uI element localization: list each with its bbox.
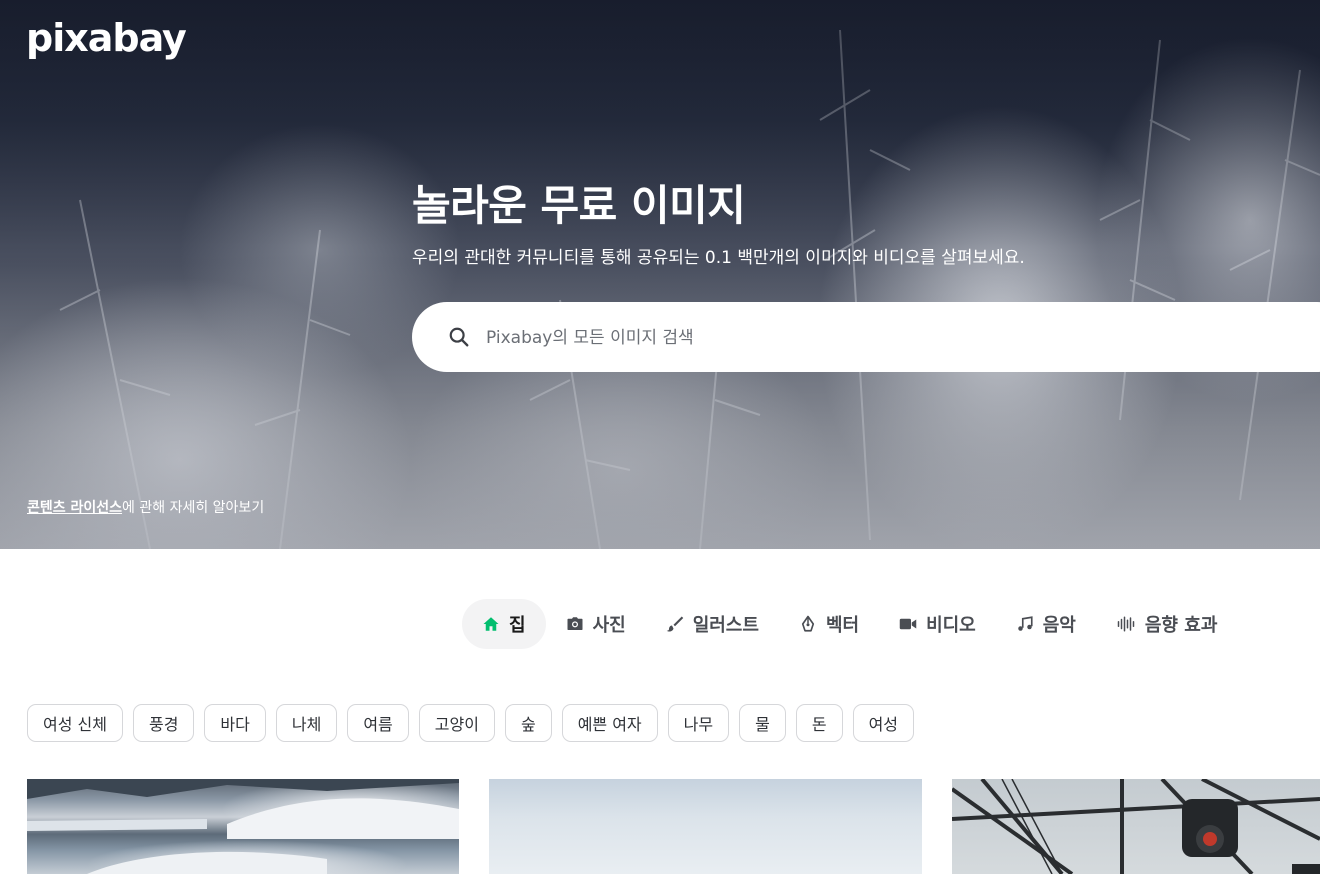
tag-chip[interactable]: 나체 — [275, 704, 338, 742]
photo-thumbnail-ferris-wheel[interactable] — [952, 779, 1320, 874]
camera-icon — [567, 617, 583, 630]
trending-tags: 여성 신체 풍경 바다 나체 여름 고양이 숲 예쁜 여자 나무 물 돈 여성 — [27, 704, 915, 742]
logo-text: pixabay — [26, 16, 187, 60]
tab-label: 사진 — [592, 615, 626, 636]
photo-thumbnail-sky[interactable] — [489, 779, 922, 874]
tab-music[interactable]: 음악 — [996, 599, 1096, 649]
license-note: 콘텐츠 라이선스에 관해 자세히 알아보기 — [27, 498, 264, 518]
license-link[interactable]: 콘텐츠 라이선스 — [27, 500, 122, 516]
tag-chip[interactable]: 여성 신체 — [27, 704, 123, 742]
hero-subtitle: 우리의 관대한 커뮤니티를 통해 공유되는 0.1 백만개의 이미지와 비디오를… — [412, 248, 1025, 268]
search-input[interactable] — [484, 320, 1248, 356]
tag-chip[interactable]: 숲 — [504, 704, 552, 742]
music-note-icon — [1018, 616, 1033, 631]
search-bar — [412, 302, 1320, 372]
tag-chip[interactable]: 물 — [739, 704, 786, 742]
tab-label: 비디오 — [926, 615, 976, 636]
tab-photos[interactable]: 사진 — [546, 599, 646, 649]
pixabay-logo[interactable]: pixabay — [26, 14, 187, 62]
photo-thumbnail-glacier[interactable] — [27, 779, 459, 874]
pen-nib-icon — [801, 615, 815, 632]
tab-vectors[interactable]: 벡터 — [779, 599, 879, 649]
ferris-wheel-photo-art — [952, 779, 1320, 874]
tag-chip[interactable]: 바다 — [204, 704, 266, 742]
glacier-photo-art — [27, 779, 459, 874]
tag-chip[interactable]: 풍경 — [132, 704, 195, 742]
tab-videos[interactable]: 비디오 — [879, 599, 996, 649]
tab-illustrations[interactable]: 일러스트 — [646, 599, 779, 649]
tab-label: 일러스트 — [692, 615, 759, 636]
hero-title: 놀라운 무료 이미지 — [412, 181, 746, 230]
hero-banner: pixabay 놀라운 무료 이미지 우리의 관대한 커뮤니티를 통해 공유되는… — [0, 0, 1320, 549]
brush-icon — [666, 616, 683, 632]
tag-chip[interactable]: 여성 — [852, 704, 915, 742]
home-icon — [483, 617, 499, 631]
license-note-text: 에 관해 자세히 알아보기 — [122, 500, 265, 516]
video-camera-icon — [899, 618, 917, 630]
tag-chip[interactable]: 돈 — [795, 704, 843, 742]
tab-label: 벡터 — [825, 615, 860, 636]
tag-chip[interactable]: 나무 — [667, 704, 730, 742]
tag-chip[interactable]: 고양이 — [418, 704, 495, 742]
tag-chip[interactable]: 예쁜 여자 — [561, 704, 658, 742]
tab-label: 집 — [509, 615, 526, 636]
tab-label: 음악 — [1042, 615, 1076, 636]
media-type-tabs: 집 사진 일러스트 벡터 비디오 음악 음향 효과 — [462, 599, 1237, 649]
tag-chip[interactable]: 여름 — [347, 704, 409, 742]
tab-sound-effects[interactable]: 음향 효과 — [1096, 599, 1238, 649]
hero-overlay — [0, 0, 1320, 549]
search-icon[interactable] — [448, 326, 470, 348]
sound-wave-icon — [1117, 616, 1135, 632]
tab-home[interactable]: 집 — [462, 599, 546, 649]
tab-label: 음향 효과 — [1144, 615, 1218, 636]
